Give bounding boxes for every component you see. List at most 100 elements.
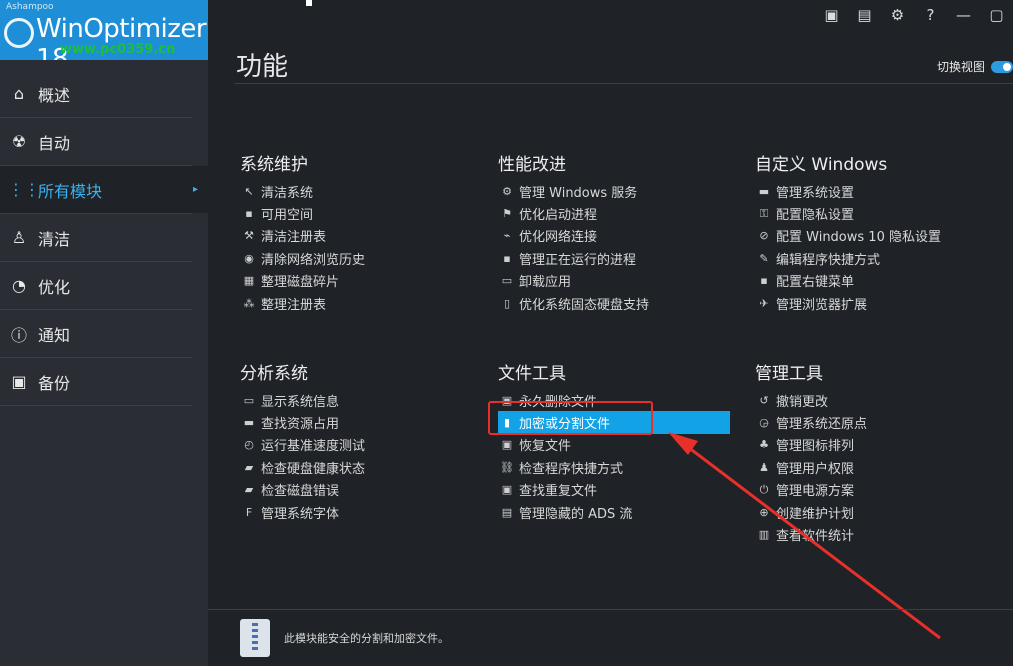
- module-label: 优化系统固态硬盘支持: [519, 297, 650, 313]
- sidebar-item-3[interactable]: ♙ 清洁: [0, 214, 208, 261]
- sidebar-item-label: 自动: [38, 133, 71, 153]
- module-icon: ◉: [244, 251, 254, 265]
- module-label: 管理浏览器扩展: [776, 297, 868, 313]
- module-item[interactable]: ▯ 优化系统固态硬盘支持: [498, 292, 730, 314]
- module-icon: ⊕: [759, 505, 769, 519]
- module-item[interactable]: ↖ 清洁系统: [240, 180, 472, 202]
- module-description-bar: 此模块能安全的分割和加密文件。: [208, 609, 1013, 666]
- settings-icon[interactable]: ⚙: [881, 0, 914, 30]
- module-item[interactable]: ▰ 检查磁盘错误: [240, 479, 472, 501]
- module-item[interactable]: ▤ 管理隐藏的 ADS 流: [498, 501, 730, 523]
- module-icon: ✎: [759, 251, 769, 265]
- skin-icon[interactable]: ▤: [848, 0, 881, 30]
- module-icon: ⌁: [503, 229, 511, 243]
- sidebar-item-2[interactable]: ⋮⋮ 所有模块 ▸: [0, 166, 208, 213]
- module-item[interactable]: ▪ 管理正在运行的进程: [498, 247, 730, 269]
- sidebar-nav: ⌂ 概述 ☢ 自动 ⋮⋮ 所有模块 ▸ ♙ 清洁 ◔ 优化 ⓘ 通知 ▣ 备份: [0, 60, 208, 406]
- module-item[interactable]: ◉ 清除网络浏览历史: [240, 247, 472, 269]
- module-item[interactable]: ▪ 可用空间: [240, 202, 472, 224]
- module-label: 管理系统设置: [776, 185, 855, 201]
- nav-divider: [0, 405, 192, 406]
- sidebar-item-label: 通知: [38, 325, 71, 345]
- title-bar: ▣ ▤ ⚙? — ▢: [208, 0, 1013, 30]
- module-item[interactable]: ▭ 卸载应用: [498, 270, 730, 292]
- module-icon: ♟: [759, 460, 769, 474]
- group-analyze-system: 分析系统 ▭ 显示系统信息 ▬ 查找资源占用 ◴ 运行基准速度测试 ▰ 检查硬盘健康状态 ▰ 检查磁…: [240, 359, 472, 523]
- module-label: 可用空间: [261, 208, 314, 224]
- view-toggle[interactable]: 切换视图: [937, 58, 1013, 75]
- brand-sub: Ashampoo: [6, 2, 54, 12]
- sidebar-item-1[interactable]: ☢ 自动: [0, 118, 208, 165]
- module-label: 管理用户权限: [776, 461, 855, 477]
- toggle-switch[interactable]: [991, 60, 1013, 73]
- module-item[interactable]: ▭ 显示系统信息: [240, 389, 472, 411]
- module-item[interactable]: ▣ 恢复文件: [498, 434, 730, 456]
- module-label: 管理图标排列: [776, 439, 855, 455]
- module-item[interactable]: ♟ 管理用户权限: [755, 456, 987, 478]
- module-icon: ▰: [244, 460, 254, 474]
- module-icon: ⁂: [243, 296, 255, 310]
- help-icon[interactable]: ?: [914, 0, 947, 30]
- minimize-icon[interactable]: —: [947, 0, 980, 30]
- group-file-tools: 文件工具 ▣ 永久删除文件 ▮ 加密或分割文件 ▣ 恢复文件 ⛓ 检查程序快捷方式 ▣ 查找重复文件…: [498, 359, 730, 523]
- sidebar-item-6[interactable]: ▣ 备份: [0, 358, 208, 405]
- module-item[interactable]: ⚿ 配置隐私设置: [755, 202, 987, 224]
- module-label: 查找重复文件: [519, 484, 598, 500]
- zip-file-icon: [240, 619, 270, 657]
- module-item[interactable]: ⚑ 优化启动进程: [498, 202, 730, 224]
- module-item[interactable]: ⚒ 清洁注册表: [240, 225, 472, 247]
- module-item[interactable]: ⚙ 管理 Windows 服务: [498, 180, 730, 202]
- maximize-icon[interactable]: ▢: [980, 0, 1013, 30]
- module-label: 管理电源方案: [776, 484, 855, 500]
- module-item[interactable]: ▥ 查看软件统计: [755, 523, 987, 545]
- module-item[interactable]: ⁂ 整理注册表: [240, 292, 472, 314]
- module-item[interactable]: ▣ 查找重复文件: [498, 479, 730, 501]
- group-title: 分析系统: [240, 364, 308, 384]
- module-item[interactable]: ◶ 管理系统还原点: [755, 411, 987, 433]
- module-label: 管理系统字体: [261, 506, 340, 522]
- module-list: ↺ 撤销更改 ◶ 管理系统还原点 ♣ 管理图标排列 ♟ 管理用户权限 ⏻ 管理电源方案 ⊕ 创建维护计…: [755, 389, 987, 546]
- module-icon: ▰: [244, 483, 254, 497]
- module-icon: ▦: [243, 274, 255, 288]
- module-item[interactable]: ◴ 运行基准速度测试: [240, 434, 472, 456]
- module-item[interactable]: ⏻ 管理电源方案: [755, 479, 987, 501]
- module-item[interactable]: ▰ 检查硬盘健康状态: [240, 456, 472, 478]
- module-item[interactable]: ↺ 撤销更改: [755, 389, 987, 411]
- module-item[interactable]: ▦ 整理磁盘碎片: [240, 270, 472, 292]
- module-icon: ◴: [244, 438, 254, 452]
- module-label: 检查硬盘健康状态: [261, 461, 366, 477]
- module-icon: ⚑: [502, 207, 512, 221]
- group-title: 性能改进: [498, 155, 566, 175]
- module-label: 配置右键菜单: [776, 275, 855, 291]
- feedback-icon[interactable]: ▣: [815, 0, 848, 30]
- module-icon: ▪: [245, 207, 253, 221]
- module-icon: ↺: [759, 393, 769, 407]
- module-item[interactable]: ✈ 管理浏览器扩展: [755, 292, 987, 314]
- module-icon: ◶: [759, 416, 769, 430]
- group-title: 自定义 Windows: [755, 155, 888, 175]
- module-label: 管理 Windows 服务: [519, 185, 638, 201]
- sidebar-item-label: 清洁: [38, 229, 71, 249]
- module-item[interactable]: ▬ 管理系统设置: [755, 180, 987, 202]
- biohazard-icon: ☢: [11, 132, 27, 151]
- module-icon: ⚒: [244, 229, 254, 243]
- module-description: 此模块能安全的分割和加密文件。: [284, 632, 449, 645]
- sidebar-item-5[interactable]: ⓘ 通知: [0, 310, 208, 357]
- module-item[interactable]: F 管理系统字体: [240, 501, 472, 523]
- module-item[interactable]: ▪ 配置右键菜单: [755, 270, 987, 292]
- module-icon: ▥: [758, 528, 770, 542]
- module-item[interactable]: ⊕ 创建维护计划: [755, 501, 987, 523]
- module-item[interactable]: ⊘ 配置 Windows 10 隐私设置: [755, 225, 987, 247]
- module-label: 管理系统还原点: [776, 417, 868, 433]
- sidebar-item-4[interactable]: ◔ 优化: [0, 262, 208, 309]
- module-icon: ⚿: [759, 206, 769, 220]
- sidebar: Ashampoo WinOptimizer 18 www.pc0359.cn ⌂…: [0, 0, 208, 666]
- module-icon: ▬: [758, 184, 770, 198]
- module-item[interactable]: ✎ 编辑程序快捷方式: [755, 247, 987, 269]
- module-item[interactable]: ▬ 查找资源占用: [240, 411, 472, 433]
- module-label: 卸载应用: [519, 275, 572, 291]
- module-item[interactable]: ♣ 管理图标排列: [755, 434, 987, 456]
- module-item[interactable]: ⌁ 优化网络连接: [498, 225, 730, 247]
- module-item[interactable]: ⛓ 检查程序快捷方式: [498, 456, 730, 478]
- sidebar-item-0[interactable]: ⌂ 概述: [0, 70, 208, 117]
